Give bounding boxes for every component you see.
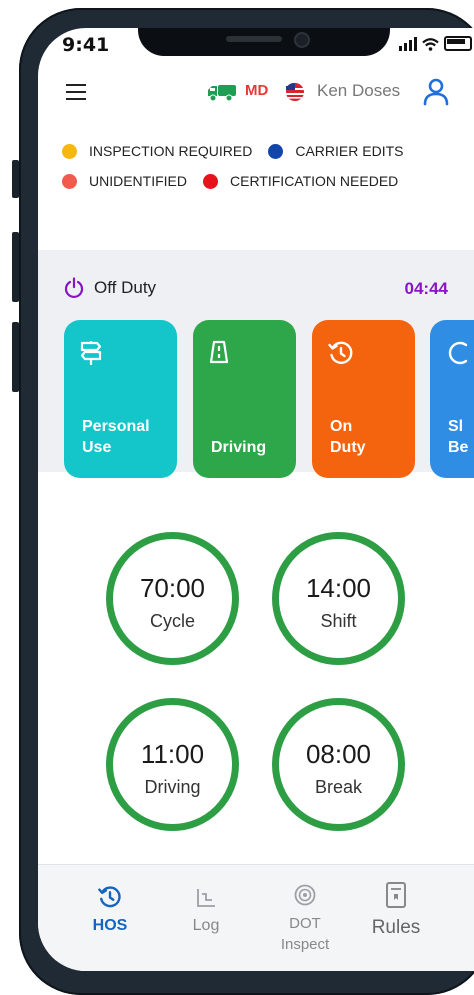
legend-item-inspection: INSPECTION REQUIRED bbox=[62, 143, 252, 159]
status-legend: INSPECTION REQUIRED CARRIER EDITS UNIDEN… bbox=[62, 136, 472, 196]
clock-rotate-icon bbox=[98, 886, 121, 908]
legend-label: UNIDENTIFIED bbox=[89, 173, 187, 189]
on-duty-button[interactable]: On Duty bbox=[312, 320, 415, 478]
app-header: MD Ken Doses bbox=[38, 72, 474, 112]
sleeper-berth-button[interactable]: Sl Be bbox=[430, 320, 474, 478]
nav-hos[interactable]: HOS bbox=[80, 865, 140, 955]
personal-use-button[interactable]: Personal Use bbox=[64, 320, 177, 478]
moon-icon bbox=[448, 341, 468, 365]
driver-name[interactable]: Ken Doses bbox=[317, 81, 400, 101]
driving-button[interactable]: Driving bbox=[193, 320, 296, 478]
system-icons bbox=[399, 36, 472, 51]
clock-label: Driving bbox=[144, 777, 201, 797]
card-label: Sl Be bbox=[448, 418, 469, 456]
volume-up-button bbox=[12, 232, 19, 302]
nav-label: HOS bbox=[92, 917, 128, 934]
battery-icon bbox=[444, 36, 472, 51]
cycle-clock[interactable]: 70:00 Cycle bbox=[106, 532, 239, 665]
legend-dot bbox=[268, 143, 284, 159]
legend-dot bbox=[62, 173, 77, 189]
volume-down-button bbox=[12, 322, 19, 392]
legend-row: INSPECTION REQUIRED CARRIER EDITS bbox=[62, 136, 472, 166]
dot-badge-icon bbox=[294, 884, 316, 906]
duty-timer: 04:44 bbox=[404, 279, 448, 298]
clock-label: Break bbox=[314, 777, 363, 797]
camera-notch bbox=[138, 28, 390, 56]
nav-dot-inspect[interactable]: DOT Inspect bbox=[270, 865, 340, 965]
signpost-icon bbox=[80, 341, 102, 365]
legend-dot bbox=[203, 173, 218, 189]
road-icon bbox=[209, 340, 229, 364]
truck-icon[interactable] bbox=[207, 84, 237, 102]
current-duty-status: Off Duty bbox=[64, 277, 156, 299]
clock-value: 11:00 bbox=[140, 739, 205, 769]
rulebook-icon bbox=[386, 882, 406, 908]
signal-icon bbox=[399, 37, 417, 51]
break-clock[interactable]: 08:00 Break bbox=[272, 698, 405, 831]
bottom-nav: HOS Log DOT Inspect Rules bbox=[38, 864, 474, 971]
nav-label-line: DOT bbox=[289, 915, 321, 932]
legend-label: CERTIFICATION NEEDED bbox=[230, 173, 399, 189]
legend-row: UNIDENTIFIED CERTIFICATION NEEDED bbox=[62, 166, 472, 196]
driving-clock[interactable]: 11:00 Driving bbox=[106, 698, 239, 831]
legend-dot bbox=[62, 143, 77, 159]
clock-label: Shift bbox=[320, 611, 357, 631]
us-flag-icon[interactable] bbox=[285, 83, 305, 101]
legend-item-carrier-edits: CARRIER EDITS bbox=[268, 143, 403, 159]
shift-clock[interactable]: 14:00 Shift bbox=[272, 532, 405, 665]
jurisdiction-code[interactable]: MD bbox=[245, 82, 268, 99]
card-label: Personal Use bbox=[82, 418, 150, 456]
nav-label: Rules bbox=[371, 917, 421, 938]
nav-label: DOT Inspect bbox=[281, 913, 329, 955]
nav-rules[interactable]: Rules bbox=[366, 865, 426, 965]
clock-rotate-icon bbox=[328, 341, 353, 364]
nav-log[interactable]: Log bbox=[176, 865, 236, 955]
app-screen: 9:41 MD Ken Doses INSPECTION REQUIRED CA… bbox=[38, 28, 474, 971]
status-time: 9:41 bbox=[62, 34, 110, 56]
legend-item-unidentified: UNIDENTIFIED bbox=[62, 173, 187, 189]
nav-label-line: Inspect bbox=[280, 936, 330, 953]
duty-status-label: Off Duty bbox=[94, 278, 157, 297]
user-profile-icon[interactable] bbox=[423, 78, 449, 106]
menu-icon[interactable] bbox=[66, 84, 86, 100]
clock-value: 14:00 bbox=[305, 573, 372, 603]
card-label: Driving bbox=[211, 439, 267, 456]
card-label: On Duty bbox=[330, 418, 366, 456]
clock-value: 08:00 bbox=[305, 739, 372, 769]
clock-value: 70:00 bbox=[139, 573, 206, 603]
mute-switch bbox=[12, 160, 19, 198]
wifi-icon bbox=[422, 38, 439, 51]
legend-label: INSPECTION REQUIRED bbox=[89, 143, 253, 159]
legend-item-certification: CERTIFICATION NEEDED bbox=[203, 173, 398, 189]
clock-label: Cycle bbox=[149, 611, 195, 631]
log-chart-icon bbox=[197, 889, 215, 907]
duty-status-panel: Off Duty 04:44 Personal Use Driving On D… bbox=[38, 250, 474, 478]
legend-label: CARRIER EDITS bbox=[295, 143, 404, 159]
power-icon bbox=[64, 277, 84, 299]
nav-label: Log bbox=[192, 917, 220, 934]
